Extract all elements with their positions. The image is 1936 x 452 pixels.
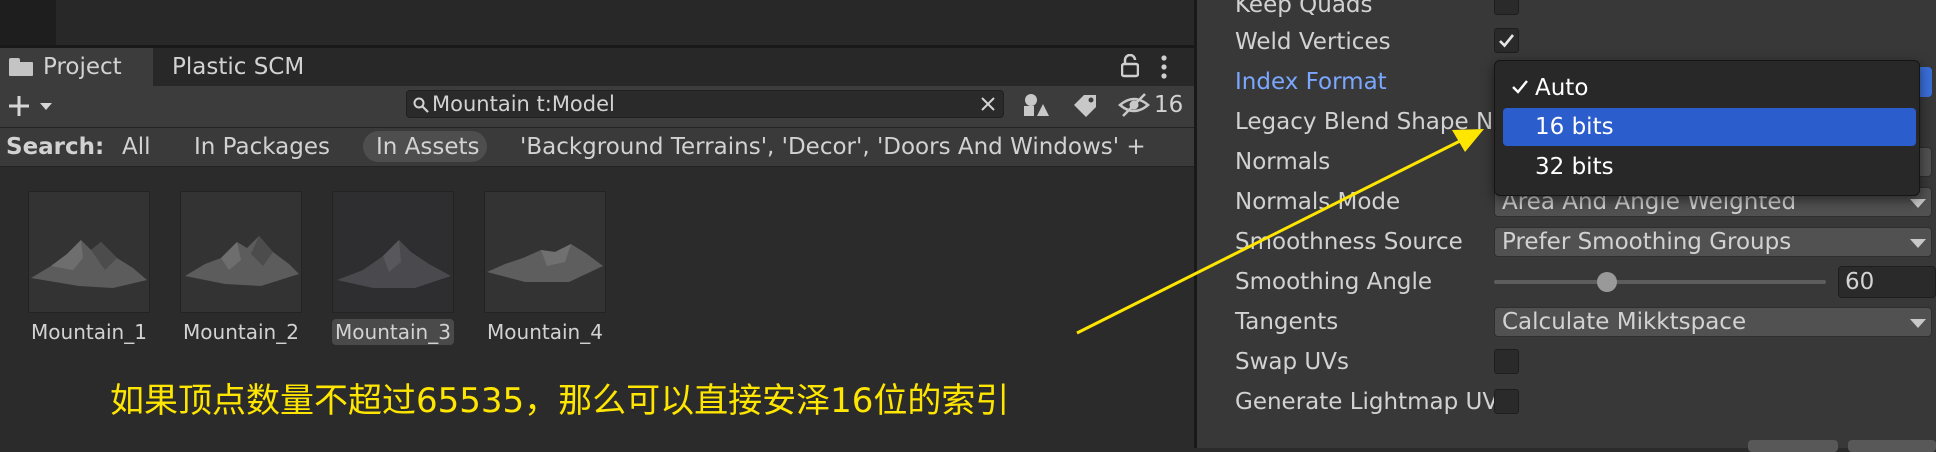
annotation-arrow bbox=[1076, 129, 1484, 335]
